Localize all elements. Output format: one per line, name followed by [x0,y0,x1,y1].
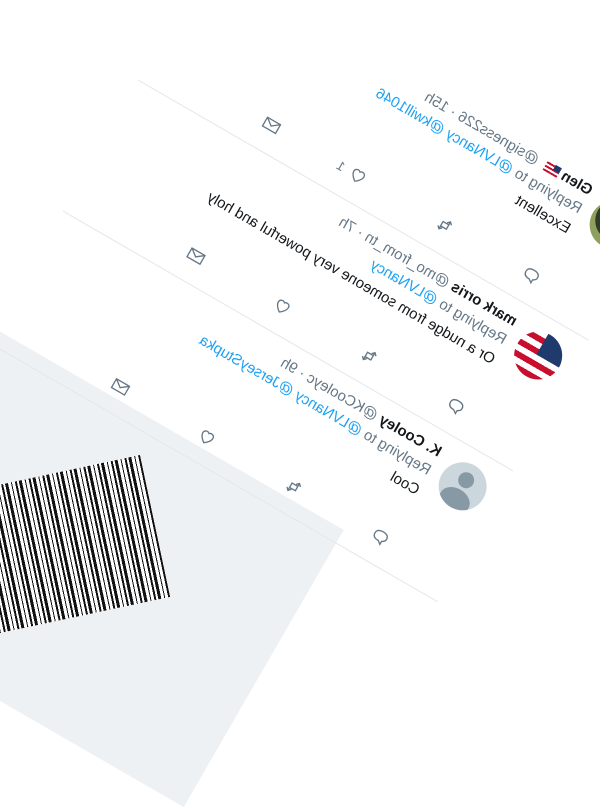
retweet-icon [286,482,302,492]
reply-button[interactable] [512,258,546,290]
envelope-icon [261,116,282,135]
envelope-icon [186,247,206,266]
reply-icon [524,268,539,285]
like-button[interactable]: 1 [332,154,372,190]
avatar[interactable] [505,322,571,389]
like-count: 1 [334,157,349,174]
avatar[interactable] [429,453,496,520]
retweet-button[interactable] [425,208,459,240]
tweet-time[interactable]: 9h [278,354,301,377]
tweet-list: Glen @signess226 · 15h Replying to @LVNa… [0,0,600,603]
like-button[interactable] [263,289,297,321]
retweet-button[interactable] [274,469,308,501]
retweet-icon [437,220,453,231]
reply-button[interactable] [436,389,470,421]
envelope-icon [110,377,131,396]
reply-button[interactable] [361,519,395,551]
heart-icon [352,168,366,182]
tweet-time[interactable]: 7h [336,214,359,237]
heart-icon [276,299,290,313]
like-button[interactable] [188,419,222,451]
direct-message-button[interactable] [182,242,210,271]
retweet-icon [361,351,377,361]
direct-message-button[interactable] [257,111,285,140]
us-flag-icon [542,160,562,178]
reply-icon [373,529,388,546]
retweet-button[interactable] [350,339,384,371]
direct-message-button[interactable] [106,372,134,401]
heart-icon [201,430,215,444]
reply-icon [449,399,464,416]
